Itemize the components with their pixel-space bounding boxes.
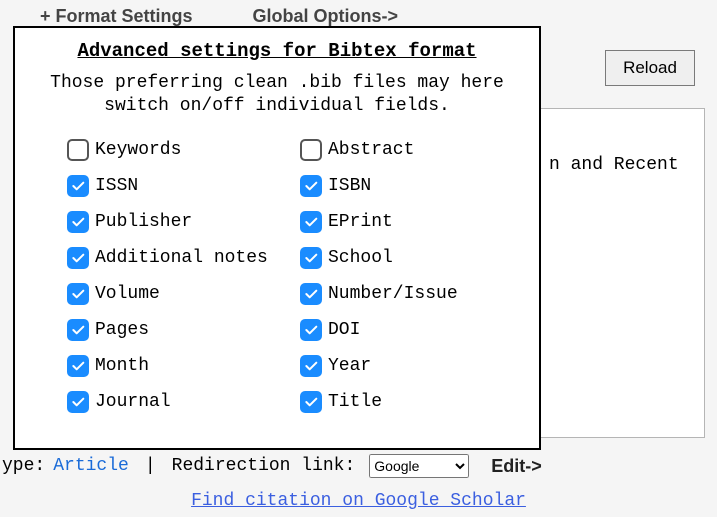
check-icon [70, 214, 86, 230]
field-doi[interactable]: DOI [300, 319, 523, 341]
checkbox[interactable] [300, 247, 322, 269]
check-icon [303, 358, 319, 374]
check-icon [303, 322, 319, 338]
field-additional-notes[interactable]: Additional notes [67, 247, 290, 269]
field-label: Volume [95, 284, 160, 304]
field-issn[interactable]: ISSN [67, 175, 290, 197]
field-isbn[interactable]: ISBN [300, 175, 523, 197]
field-label: Keywords [95, 140, 181, 160]
check-icon [303, 250, 319, 266]
field-year[interactable]: Year [300, 355, 523, 377]
field-label: DOI [328, 320, 360, 340]
checkbox[interactable] [300, 175, 322, 197]
field-keywords[interactable]: Keywords [67, 139, 290, 161]
background-text-fragment: n and Recent [549, 155, 696, 175]
field-label: Publisher [95, 212, 192, 232]
field-label: Title [328, 392, 382, 412]
separator: | [145, 456, 156, 476]
field-journal[interactable]: Journal [67, 391, 290, 413]
advanced-settings-popup: Advanced settings for Bibtex format Thos… [13, 26, 541, 450]
edit-button[interactable]: Edit-> [491, 456, 542, 477]
field-publisher[interactable]: Publisher [67, 211, 290, 233]
checkbox[interactable] [300, 283, 322, 305]
type-value: Article [53, 456, 129, 476]
field-abstract[interactable]: Abstract [300, 139, 523, 161]
bottom-bar: ype: Article | Redirection link: Google … [0, 451, 717, 481]
redirection-link-select[interactable]: Google [369, 454, 469, 478]
popup-scroll-area[interactable]: Advanced settings for Bibtex format Thos… [19, 32, 535, 444]
checkbox[interactable] [300, 391, 322, 413]
checkbox[interactable] [67, 319, 89, 341]
field-label: Additional notes [95, 248, 268, 268]
field-label: School [328, 248, 393, 268]
field-label: Number/Issue [328, 284, 458, 304]
fields-grid: Keywords Abstract ISSN ISBN Publisher EPrint A… [19, 139, 535, 413]
checkbox[interactable] [67, 247, 89, 269]
checkbox[interactable] [67, 283, 89, 305]
field-label: Journal [95, 392, 171, 412]
check-icon [303, 394, 319, 410]
checkbox[interactable] [300, 319, 322, 341]
field-label: Month [95, 356, 149, 376]
check-icon [303, 286, 319, 302]
check-icon [70, 178, 86, 194]
field-number-issue[interactable]: Number/Issue [300, 283, 523, 305]
checkbox[interactable] [67, 175, 89, 197]
field-label: Year [328, 356, 371, 376]
check-icon [303, 214, 319, 230]
field-pages[interactable]: Pages [67, 319, 290, 341]
check-icon [70, 286, 86, 302]
find-citation-link[interactable]: Find citation on Google Scholar [191, 491, 526, 511]
global-options-button[interactable]: Global Options-> [253, 6, 399, 27]
check-icon [303, 178, 319, 194]
field-label: EPrint [328, 212, 393, 232]
field-title[interactable]: Title [300, 391, 523, 413]
popup-title: Advanced settings for Bibtex format [19, 40, 535, 62]
checkbox[interactable] [300, 139, 322, 161]
checkbox[interactable] [67, 211, 89, 233]
field-eprint[interactable]: EPrint [300, 211, 523, 233]
check-icon [70, 358, 86, 374]
field-label: ISBN [328, 176, 371, 196]
field-volume[interactable]: Volume [67, 283, 290, 305]
field-label: Abstract [328, 140, 414, 160]
checkbox[interactable] [300, 355, 322, 377]
checkbox[interactable] [67, 391, 89, 413]
checkbox[interactable] [300, 211, 322, 233]
reload-button[interactable]: Reload [605, 50, 695, 86]
type-label: ype: [2, 456, 45, 476]
checkbox[interactable] [67, 355, 89, 377]
background-panel: n and Recent [540, 108, 705, 438]
popup-description: Those preferring clean .bib files may he… [25, 72, 529, 117]
checkbox[interactable] [67, 139, 89, 161]
field-school[interactable]: School [300, 247, 523, 269]
format-settings-button[interactable]: + Format Settings [40, 6, 193, 27]
field-label: Pages [95, 320, 149, 340]
scholar-link-row: Find citation on Google Scholar [0, 491, 717, 511]
field-label: ISSN [95, 176, 138, 196]
redirection-link-label: Redirection link: [172, 456, 356, 476]
check-icon [70, 250, 86, 266]
check-icon [70, 322, 86, 338]
field-month[interactable]: Month [67, 355, 290, 377]
check-icon [70, 394, 86, 410]
